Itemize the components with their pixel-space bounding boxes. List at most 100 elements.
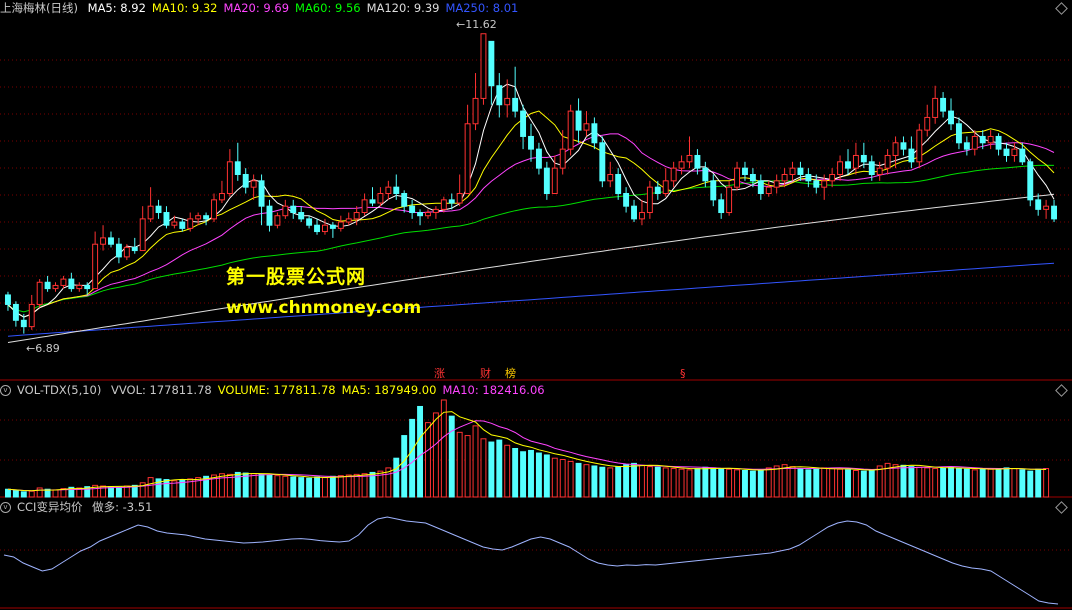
event-marker-3[interactable]: §: [678, 367, 688, 380]
volume-bar: [52, 489, 59, 498]
candle-body: [377, 193, 384, 204]
candle-body: [773, 180, 780, 188]
volume-bar: [393, 457, 400, 498]
price-header: 上海梅林(日线) MA5: 8.92 MA10: 9.32 MA20: 9.69 MA…: [0, 0, 524, 16]
volume-bar: [654, 466, 661, 498]
candle-body: [203, 215, 210, 220]
candle-body: [868, 161, 875, 175]
volume-bar: [860, 470, 867, 498]
candle-body: [520, 110, 527, 137]
indicator-toggle-icon[interactable]: v: [0, 502, 11, 513]
candle-body: [607, 173, 614, 182]
candle-body: [329, 224, 336, 229]
volume-bar: [726, 468, 733, 498]
candle-body: [195, 215, 202, 220]
candle-body: [638, 212, 645, 220]
ma250-line: [7, 262, 1055, 337]
candle-body: [456, 193, 463, 204]
event-marker-1[interactable]: 财: [478, 367, 493, 380]
candle-body: [345, 218, 352, 223]
volume-bar: [900, 464, 907, 498]
volume-bar: [575, 462, 582, 498]
volume-bar: [868, 469, 875, 498]
volume-bar: [678, 468, 685, 498]
volume-bar: [924, 467, 931, 498]
candle-body: [749, 173, 756, 182]
indicator-toggle-icon[interactable]: v: [0, 385, 11, 396]
volume-bar: [567, 460, 574, 498]
candle-body: [417, 212, 424, 217]
watermark-url: www.chnmoney.com: [226, 298, 422, 318]
volume-bar: [892, 464, 899, 498]
volume-bar: [591, 465, 598, 498]
cci-line: [3, 516, 1059, 605]
candle-body: [591, 123, 598, 144]
candle-body: [298, 212, 305, 220]
candle-body: [829, 173, 836, 182]
volume-bar: [908, 466, 915, 498]
ma-label-2: MA20: 9.69: [223, 1, 290, 15]
candle-body: [274, 215, 281, 226]
cci-header: v CCI变异均价 做多: -3.51: [0, 499, 158, 515]
ma-label-0: MA5: 8.92: [87, 1, 146, 15]
candle-body: [979, 135, 986, 144]
candle-body: [353, 212, 360, 220]
candle-body: [163, 212, 170, 226]
candle-body: [797, 167, 804, 175]
candle-body: [480, 33, 487, 99]
candle-body: [559, 148, 566, 169]
candle-body: [100, 237, 107, 245]
candle-body: [321, 224, 328, 233]
volume-bar: [504, 444, 511, 498]
volume-bar: [963, 468, 970, 498]
volume-bar: [234, 471, 241, 498]
candle-body: [139, 218, 146, 252]
volume-bar: [361, 473, 368, 498]
candle-body: [924, 116, 931, 131]
volume-bar: [631, 462, 637, 498]
volume-label-1: VOLUME: 177811.78: [217, 383, 336, 397]
high-price-label: ←11.62: [456, 18, 497, 31]
candle-body: [211, 199, 217, 220]
candle-body: [1043, 205, 1050, 210]
candle-body: [837, 161, 844, 175]
chart-canvas: ←11.62 ←6.89: [0, 18, 1072, 609]
ma-label-5: MA250: 8.01: [445, 1, 519, 15]
volume-bar: [329, 475, 336, 498]
candle-body: [1027, 161, 1034, 201]
volume-bar: [417, 405, 424, 498]
candle-body: [432, 208, 439, 214]
candle-body: [876, 167, 883, 175]
candle-body: [710, 180, 717, 201]
candle-body: [631, 205, 637, 220]
candle-body: [1019, 148, 1026, 163]
volume-bar: [345, 474, 352, 498]
volume-bar: [710, 467, 717, 498]
event-marker-2[interactable]: 榜: [503, 367, 518, 380]
candle-body: [337, 221, 344, 229]
candle-body: [781, 173, 788, 182]
candle-body: [425, 212, 431, 217]
candle-body: [314, 224, 320, 233]
volume-bar: [670, 468, 677, 498]
candle-body: [686, 154, 693, 163]
volume-bar: [440, 399, 447, 498]
candle-body: [361, 199, 368, 214]
volume-bar: [607, 467, 614, 498]
volume-bar: [932, 468, 939, 498]
volume-bar: [979, 468, 986, 498]
volume-bar: [559, 458, 566, 498]
volume-bar: [1027, 470, 1034, 498]
candle-body: [694, 154, 701, 169]
volume-bar: [464, 435, 471, 498]
event-marker-0[interactable]: 涨: [432, 367, 447, 380]
candle-body: [179, 221, 186, 229]
volume-bar: [353, 473, 360, 498]
candle-body: [108, 237, 114, 245]
candle-body: [234, 161, 241, 175]
volume-bar: [852, 469, 859, 498]
candle-body: [678, 161, 685, 169]
candle-body: [60, 278, 67, 286]
volume-bar: [638, 464, 645, 498]
candle-body: [504, 97, 511, 106]
